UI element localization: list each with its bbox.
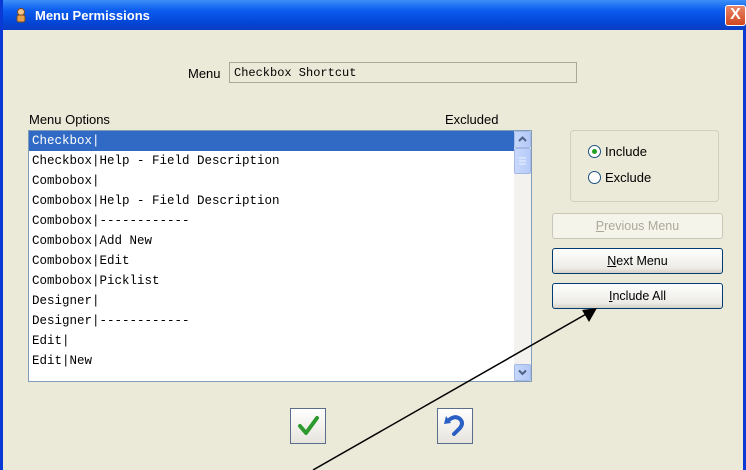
scroll-up-button[interactable] xyxy=(514,131,531,148)
previous-menu-button[interactable]: Previous Menu xyxy=(552,213,723,239)
include-all-button[interactable]: Include All xyxy=(552,283,723,309)
list-item[interactable]: Combobox|Edit xyxy=(29,251,515,271)
menu-field: Checkbox Shortcut xyxy=(229,62,577,83)
menu-permissions-window: Menu Permissions X Menu Checkbox Shortcu… xyxy=(0,0,746,470)
list-item[interactable]: Edit|New xyxy=(29,351,515,371)
exclude-radio[interactable]: Exclude xyxy=(588,170,651,185)
ok-button[interactable] xyxy=(290,408,326,444)
undo-icon xyxy=(444,415,464,436)
list-item[interactable]: Designer| xyxy=(29,291,515,311)
list-scrollbar[interactable] xyxy=(514,131,531,381)
include-exclude-group: Include Exclude xyxy=(570,130,719,202)
chevron-up-icon xyxy=(518,136,527,142)
app-icon xyxy=(16,8,26,23)
include-all-label: nclude All xyxy=(612,289,666,303)
list-item[interactable]: Edit| xyxy=(29,331,515,351)
window-title: Menu Permissions xyxy=(35,8,150,23)
exclude-label: Exclude xyxy=(605,170,652,185)
menu-label: Menu xyxy=(188,66,221,81)
exclude-radio-dot[interactable] xyxy=(588,171,601,184)
next-menu-hotkey: N xyxy=(607,254,617,268)
list-item[interactable]: Combobox|Add New xyxy=(29,231,515,251)
grip-icon xyxy=(519,157,526,165)
previous-menu-label: revious Menu xyxy=(604,219,680,233)
list-item[interactable]: Combobox|------------ xyxy=(29,211,515,231)
list-item[interactable]: Designer|------------ xyxy=(29,311,515,331)
list-item[interactable]: Combobox|Picklist xyxy=(29,271,515,291)
undo-button[interactable] xyxy=(437,408,473,444)
chevron-down-icon xyxy=(518,369,527,376)
next-menu-label: ext Menu xyxy=(616,254,668,268)
list-item[interactable]: Checkbox| xyxy=(29,131,515,151)
menu-options-header: Menu Options xyxy=(29,112,110,127)
list-item[interactable]: Combobox| xyxy=(29,171,515,191)
include-radio[interactable]: Include xyxy=(588,144,647,159)
close-button[interactable]: X xyxy=(725,5,746,26)
menu-options-list[interactable]: Checkbox| Checkbox|Help - Field Descripti… xyxy=(28,130,532,382)
checkmark-icon xyxy=(298,416,319,435)
previous-menu-hotkey: P xyxy=(595,219,605,233)
list-item[interactable]: Combobox|Help - Field Description xyxy=(29,191,515,211)
scroll-thumb[interactable] xyxy=(514,148,531,174)
include-radio-dot[interactable] xyxy=(588,145,601,158)
next-menu-button[interactable]: Next Menu xyxy=(552,248,723,274)
scroll-down-button[interactable] xyxy=(514,364,531,381)
include-label: Include xyxy=(605,144,647,159)
list-item[interactable]: Checkbox|Help - Field Description xyxy=(29,151,515,171)
excluded-header: Excluded xyxy=(445,112,499,127)
title-bar: Menu Permissions xyxy=(3,0,746,30)
